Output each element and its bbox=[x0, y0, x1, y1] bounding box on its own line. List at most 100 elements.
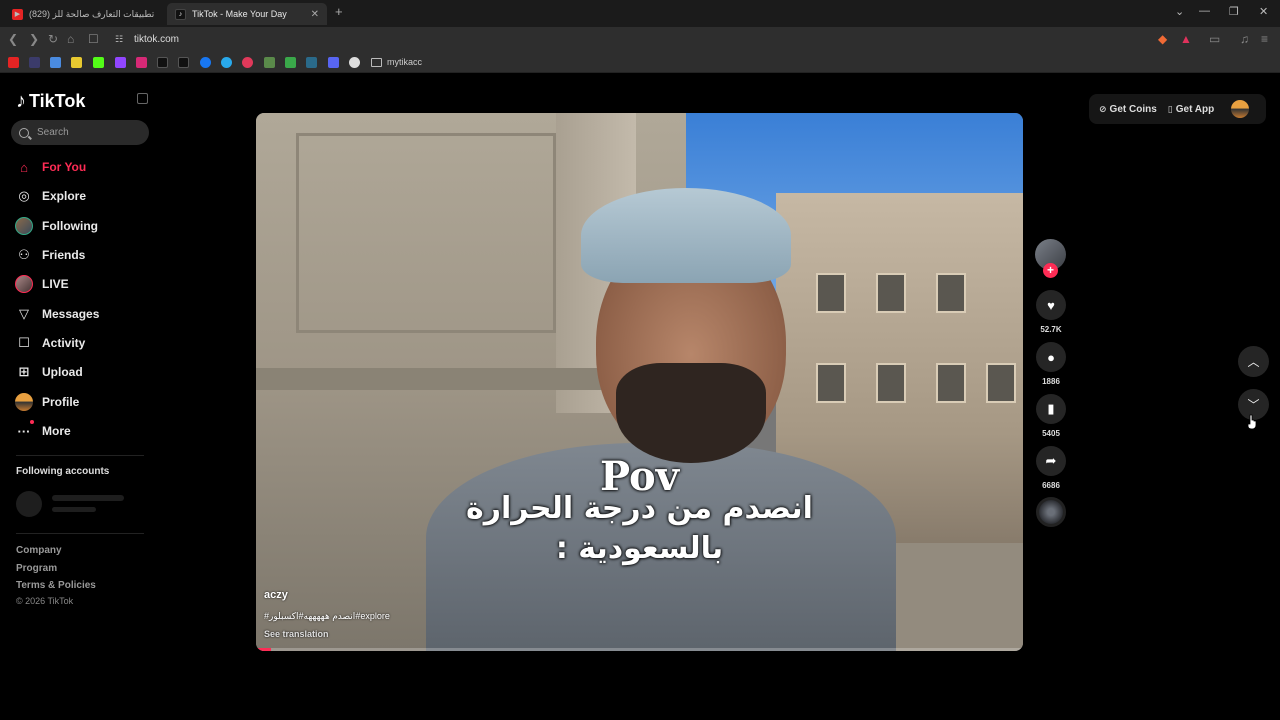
following-avatar bbox=[15, 217, 33, 235]
phone-icon: ▯ bbox=[1167, 103, 1173, 114]
new-tab-button[interactable]: + bbox=[335, 4, 343, 19]
bookmark-telegram-icon[interactable] bbox=[221, 57, 232, 68]
sidebar-item-friends[interactable]: ⚇ Friends bbox=[15, 245, 85, 265]
back-icon[interactable]: ❮ bbox=[8, 32, 18, 46]
previous-video-button[interactable]: ︿ bbox=[1238, 346, 1269, 377]
brave-rewards-icon[interactable]: ▲ bbox=[1180, 32, 1192, 46]
video-progress-bar[interactable] bbox=[256, 648, 1023, 651]
sidebar-item-label: For You bbox=[42, 160, 87, 174]
folder-icon bbox=[371, 57, 382, 67]
media-icon[interactable]: ♫ bbox=[1240, 32, 1249, 46]
save-button[interactable]: ▮ bbox=[1036, 394, 1066, 424]
sidebar-item-label: Activity bbox=[42, 336, 86, 350]
get-app-label: Get App bbox=[1175, 103, 1215, 115]
bookmark-app-icon[interactable] bbox=[29, 57, 40, 68]
sidebar-item-profile[interactable]: Profile bbox=[15, 392, 79, 412]
top-right-actions: ⊘ Get Coins ▯ Get App bbox=[1089, 94, 1266, 124]
video-caption-line: بالسعودية : bbox=[555, 531, 724, 566]
home-icon: ⌂ bbox=[20, 159, 28, 175]
bookmark-gemini-icon[interactable] bbox=[50, 57, 61, 68]
footer-company-link[interactable]: Company bbox=[16, 545, 62, 556]
chevron-up-icon: ︿ bbox=[1247, 355, 1260, 369]
logo-text: TikTok bbox=[29, 91, 86, 111]
get-app-button[interactable]: ▯ Get App bbox=[1168, 104, 1214, 115]
video-author[interactable]: aczy bbox=[264, 589, 288, 601]
tab-title: TikTok - Make Your Day bbox=[192, 9, 287, 19]
skeleton-line bbox=[52, 507, 96, 512]
youtube-icon: ▶ bbox=[12, 8, 23, 20]
comment-button[interactable]: ● bbox=[1036, 342, 1066, 372]
bookmark-twitch-icon[interactable] bbox=[115, 57, 126, 68]
bookmark-arrow-icon[interactable] bbox=[306, 57, 317, 68]
bookmark-globe-icon[interactable] bbox=[349, 57, 360, 68]
sidebar-item-upload[interactable]: ⊞ Upload bbox=[15, 362, 83, 382]
bookmark-youtube-icon[interactable] bbox=[8, 57, 19, 68]
plus-square-icon: ⊞ bbox=[18, 364, 30, 379]
sidebar-item-following[interactable]: Following bbox=[15, 216, 98, 236]
close-window-button[interactable]: ✕ bbox=[1259, 5, 1268, 18]
footer-program-link[interactable]: Program bbox=[16, 563, 57, 574]
profile-avatar bbox=[15, 393, 33, 411]
search-bar[interactable] bbox=[11, 120, 149, 145]
bookmark-facebook-icon[interactable] bbox=[200, 57, 211, 68]
bookmark-instagram-icon[interactable] bbox=[136, 57, 147, 68]
video-player[interactable]: Pov انصدم من درجة الحرارة بالسعودية : ac… bbox=[256, 113, 1023, 651]
footer-terms-link[interactable]: Terms & Policies bbox=[16, 580, 96, 591]
tab-tiktok[interactable]: ♪ TikTok - Make Your Day ✕ bbox=[167, 3, 327, 25]
share-icon: ➦ bbox=[1045, 453, 1057, 468]
get-coins-button[interactable]: ⊘ Get Coins bbox=[1099, 104, 1157, 115]
bookmark-icon[interactable]: ☐ bbox=[88, 32, 99, 46]
music-disc-icon[interactable] bbox=[1036, 497, 1066, 527]
bookmark-kick-icon[interactable] bbox=[93, 57, 104, 68]
address-input[interactable]: tiktok.com bbox=[134, 34, 179, 45]
video-description[interactable]: #انصدم هههههه#اكسبلور#explore bbox=[264, 611, 390, 622]
copyright-text: © 2026 TikTok bbox=[16, 596, 74, 606]
like-button[interactable]: ♥ bbox=[1036, 290, 1066, 320]
follow-plus-button[interactable]: + bbox=[1043, 263, 1058, 278]
tiktok-logo[interactable]: ♪ TikTok bbox=[16, 90, 85, 113]
sidebar-item-explore[interactable]: ◎ Explore bbox=[15, 186, 86, 206]
address-bar-row: ❮ ❯ ↻ ⌂ ☐ ☷ tiktok.com ◆ ▲ ▭ ♫ ≡ bbox=[0, 27, 1280, 53]
sidebar-toggle-icon[interactable]: ▭ bbox=[1209, 32, 1220, 46]
close-tab-icon[interactable]: ✕ bbox=[311, 9, 319, 20]
tab-youtube[interactable]: ▶ (829) واش تطبيقات التعارف صالحة للز bbox=[4, 3, 162, 25]
sidebar-item-messages[interactable]: ▽ Messages bbox=[15, 304, 99, 324]
bookmark-folder[interactable]: mytikacc bbox=[371, 57, 422, 67]
site-settings-icon[interactable]: ☷ bbox=[115, 34, 123, 45]
bookmark-figure-icon[interactable] bbox=[285, 57, 296, 68]
sidebar-item-for-you[interactable]: ⌂ For You bbox=[15, 157, 86, 177]
minimize-button[interactable]: — bbox=[1199, 5, 1210, 17]
brave-shield-icon[interactable]: ◆ bbox=[1158, 32, 1167, 46]
chevron-down-icon: ﹀ bbox=[1247, 398, 1260, 412]
bookmark-x-icon[interactable] bbox=[178, 57, 189, 68]
sidebar-item-activity[interactable]: ☐ Activity bbox=[15, 333, 85, 353]
bookmark-discord-icon[interactable] bbox=[328, 57, 339, 68]
bookmark-red-icon[interactable] bbox=[242, 57, 253, 68]
sidebar-item-more[interactable]: ··· More bbox=[15, 420, 71, 441]
user-avatar[interactable] bbox=[1231, 100, 1250, 118]
forward-icon[interactable]: ❯ bbox=[29, 32, 39, 46]
tab-search-icon[interactable]: ⌄ bbox=[1175, 5, 1184, 18]
collapse-sidebar-icon[interactable] bbox=[137, 93, 148, 104]
sidebar-item-live[interactable]: LIVE bbox=[15, 274, 69, 294]
bookmark-tiktok-icon[interactable] bbox=[157, 57, 168, 68]
bookmark-folder-label: mytikacc bbox=[387, 57, 423, 67]
browser-tab-bar: ▶ (829) واش تطبيقات التعارف صالحة للز ♪ … bbox=[0, 0, 1280, 27]
bookmark-yellow-icon[interactable] bbox=[71, 57, 82, 68]
tiktok-icon: ♪ bbox=[175, 8, 186, 20]
save-count: 5405 bbox=[1042, 429, 1060, 438]
see-translation-link[interactable]: See translation bbox=[264, 629, 329, 639]
dots-icon: ··· bbox=[15, 420, 34, 440]
sidebar-item-label: More bbox=[42, 424, 71, 438]
menu-icon[interactable]: ≡ bbox=[1261, 32, 1268, 46]
home-icon[interactable]: ⌂ bbox=[67, 32, 74, 46]
restore-button[interactable]: ❐ bbox=[1229, 5, 1239, 18]
share-button[interactable]: ➦ bbox=[1036, 446, 1066, 476]
like-count: 52.7K bbox=[1040, 325, 1062, 334]
sidebar-item-label: Upload bbox=[42, 365, 83, 379]
search-input[interactable] bbox=[37, 127, 137, 138]
skeleton-line bbox=[52, 495, 124, 501]
bookmark-green-icon[interactable] bbox=[264, 57, 275, 68]
reload-icon[interactable]: ↻ bbox=[48, 32, 58, 46]
coin-icon: ⊘ bbox=[1099, 103, 1107, 114]
